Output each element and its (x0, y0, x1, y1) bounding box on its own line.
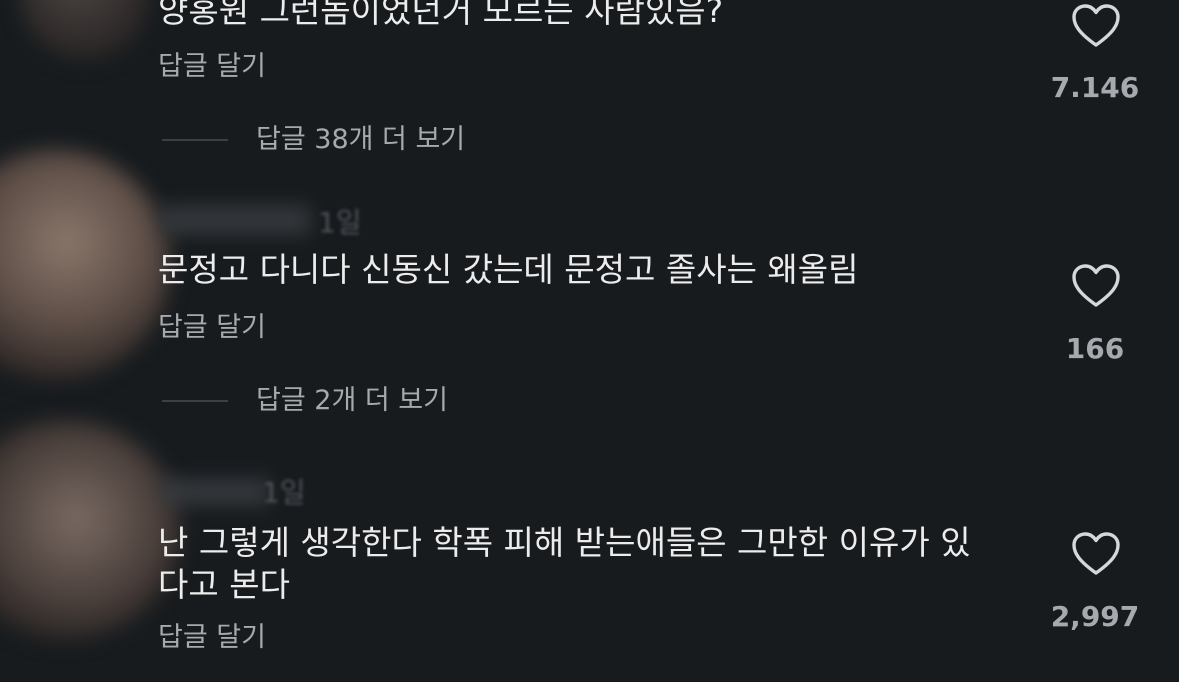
view-more-replies-label: 답글 38개 더 보기 (256, 124, 466, 155)
comment-timestamp: 1일 (262, 476, 306, 509)
comment-text: 문정고 다니다 신동신 갔는데 문정고 졸사는 왜올림 (158, 249, 859, 291)
like-count: 7.146 (1050, 71, 1140, 104)
comment-text-line: 문정고 다니다 신동신 갔는데 문정고 졸사는 왜올림 (158, 250, 859, 289)
comment-text-line: 난 그렇게 생각한다 학폭 피해 받는애들은 그만한 이유가 있 (158, 523, 971, 562)
avatar[interactable] (0, 150, 170, 380)
reply-button[interactable]: 답글 달기 (158, 312, 266, 344)
divider (162, 139, 228, 141)
heart-outline-icon[interactable] (1071, 3, 1121, 49)
divider (162, 400, 228, 402)
like-count: 2,997 (1050, 600, 1140, 633)
view-more-replies-label: 답글 2개 더 보기 (256, 385, 448, 416)
username-blurred[interactable] (160, 205, 310, 235)
comment-text: 난 그렇게 생각한다 학폭 피해 받는애들은 그만한 이유가 있 다고 본다 (158, 522, 971, 606)
comments-screen: 양홍원 그런놈이었던거 모르는 사람있음? 답글 달기 7.146 답글 38개… (0, 0, 1179, 682)
view-more-replies[interactable]: 답글 38개 더 보기 (162, 124, 465, 156)
comment-timestamp: 1일 (318, 206, 362, 239)
like-count: 166 (1065, 332, 1125, 365)
reply-button[interactable]: 답글 달기 (158, 622, 266, 654)
comment-text-line: 양홍원 그런놈이었던거 모르는 사람있음? (158, 0, 724, 30)
username-blurred[interactable] (160, 478, 270, 506)
avatar[interactable] (0, 420, 180, 640)
reply-button[interactable]: 답글 달기 (158, 51, 266, 83)
comment-text-line: 다고 본다 (158, 565, 290, 604)
heart-outline-icon[interactable] (1071, 263, 1121, 309)
view-more-replies[interactable]: 답글 2개 더 보기 (162, 385, 448, 417)
avatar[interactable] (20, 0, 150, 60)
comment-text: 양홍원 그런놈이었던거 모르는 사람있음? (158, 0, 723, 32)
heart-outline-icon[interactable] (1071, 531, 1121, 577)
